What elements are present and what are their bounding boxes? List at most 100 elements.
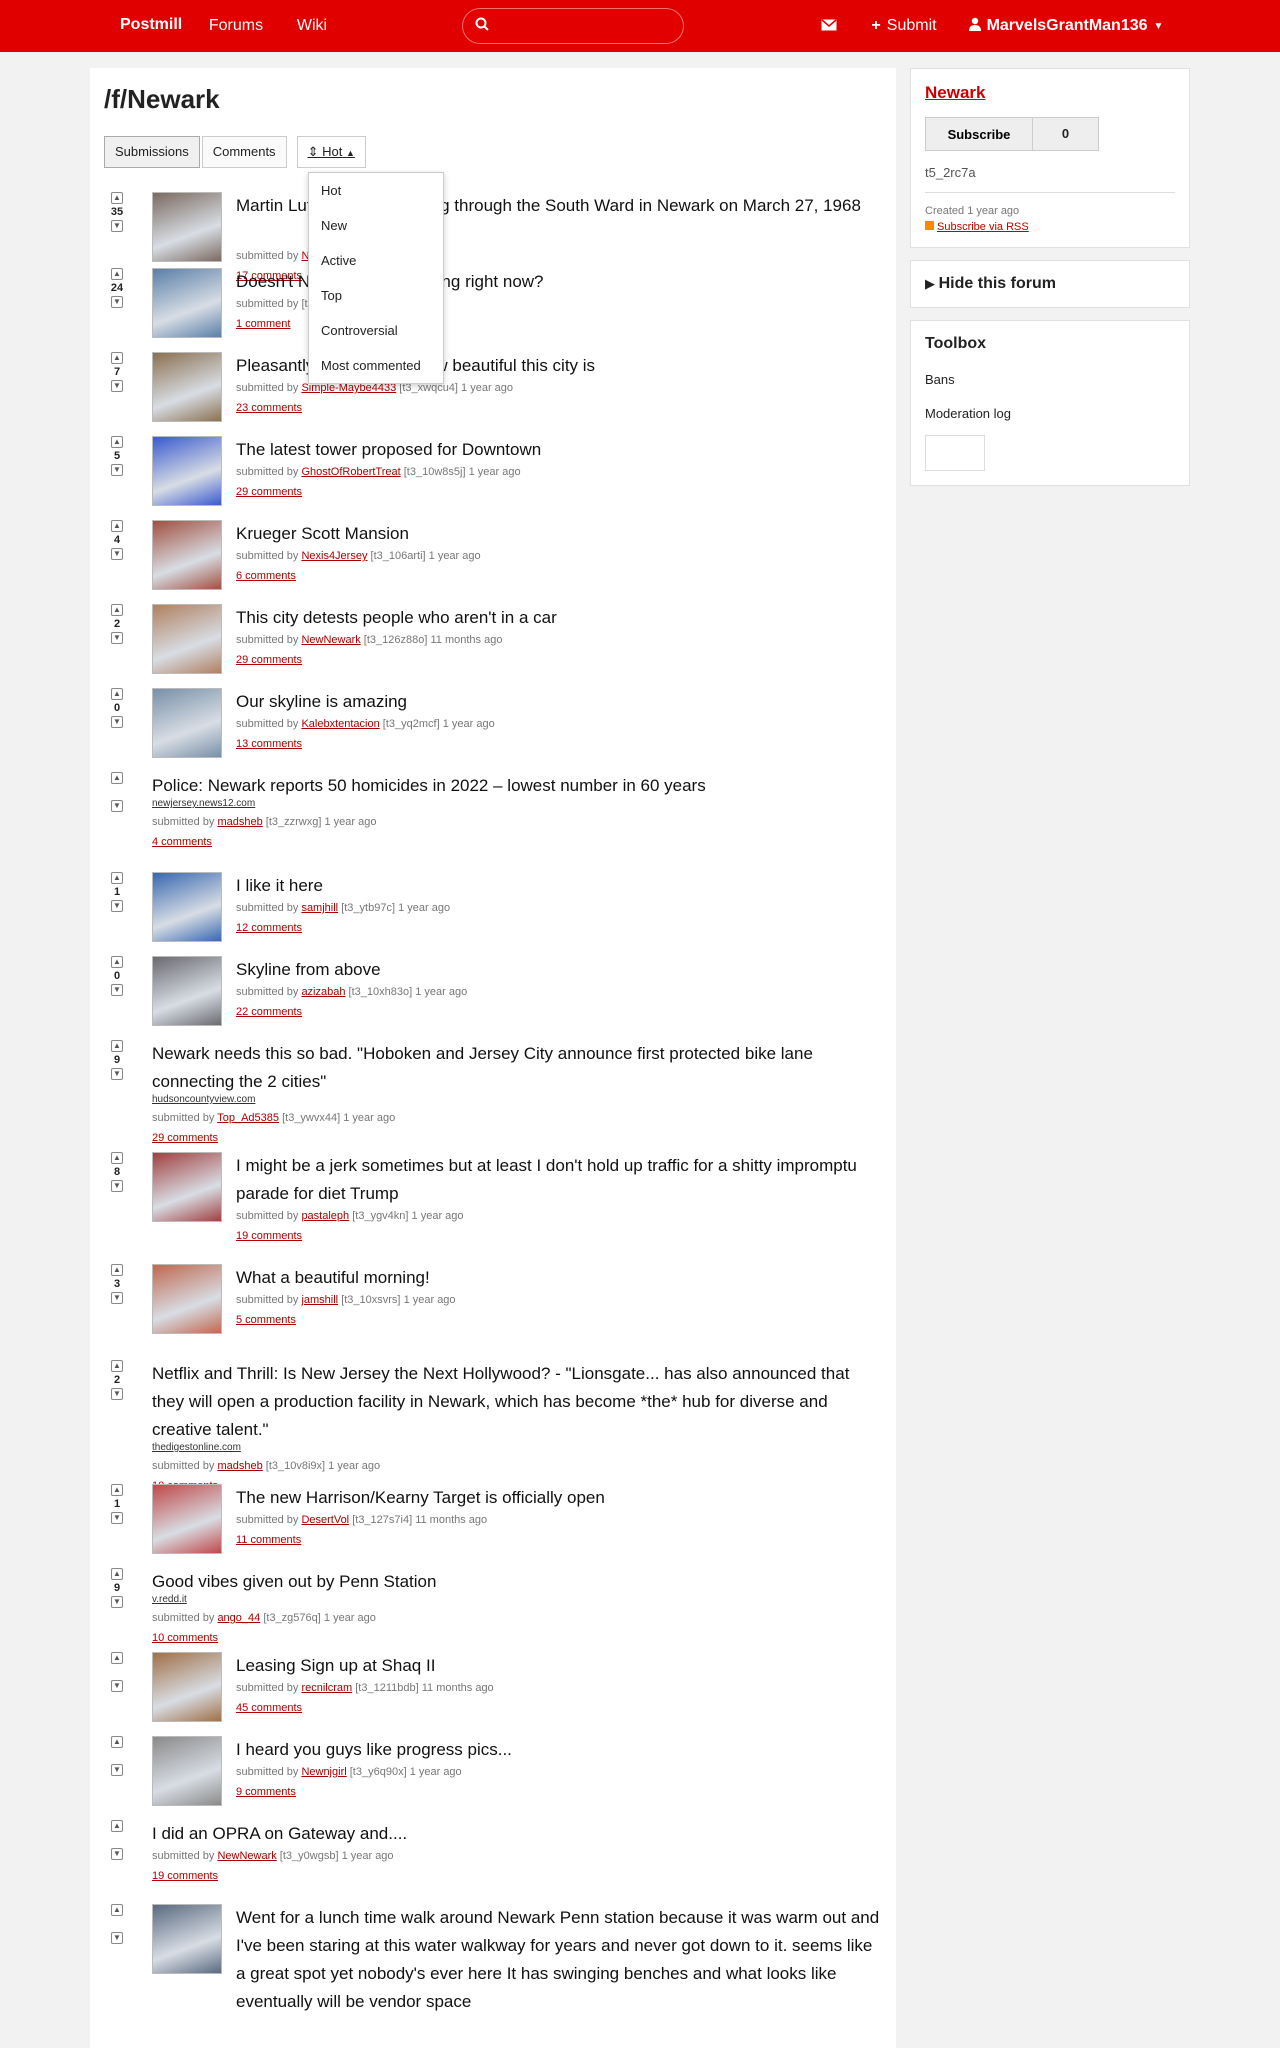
sort-option-new[interactable]: New [309,208,443,243]
upvote-icon[interactable]: ▲ [111,1820,123,1832]
user-menu-button[interactable]: MarvelsGrantMan136 ▼ [956,0,1176,52]
post-thumbnail[interactable] [152,436,222,506]
post-title-link[interactable]: I might be a jerk sometimes but at least… [236,1152,882,1208]
downvote-icon[interactable]: ▼ [111,1512,123,1524]
post-author-link[interactable]: madsheb [217,816,262,828]
upvote-icon[interactable]: ▲ [111,956,123,968]
post-domain-link[interactable]: v.redd.it [152,1594,187,1605]
post-thumbnail[interactable] [152,1904,222,1974]
tab-comments[interactable]: Comments [201,136,287,168]
sort-option-active[interactable]: Active [309,243,443,278]
tab-submissions[interactable]: Submissions [104,136,200,168]
post-author-link[interactable]: DesertVol [301,1514,349,1526]
post-author-link[interactable]: GhostOfRobertTreat [301,466,400,478]
post-title-link[interactable]: Krueger Scott Mansion [236,520,882,548]
subscribe-button[interactable]: Subscribe [925,117,1033,151]
post-domain-link[interactable]: thedigestonline.com [152,1442,241,1453]
post-author-link[interactable]: pastaleph [301,1210,349,1222]
upvote-icon[interactable]: ▲ [111,520,123,532]
upvote-icon[interactable]: ▲ [111,1360,123,1372]
post-title-link[interactable]: What a beautiful morning! [236,1264,882,1292]
post-title-link[interactable]: I heard you guys like progress pics... [236,1736,882,1764]
post-comments-link[interactable]: 9 comments [236,1786,296,1798]
post-thumbnail[interactable] [152,1736,222,1806]
post-title-link[interactable]: Good vibes given out by Penn Station [152,1568,882,1596]
downvote-icon[interactable]: ▼ [111,1764,123,1776]
upvote-icon[interactable]: ▲ [111,1736,123,1748]
downvote-icon[interactable]: ▼ [111,464,123,476]
post-comments-link[interactable]: 29 comments [236,486,302,498]
post-author-link[interactable]: Kalebxtentacion [301,718,379,730]
post-thumbnail[interactable] [152,1484,222,1554]
upvote-icon[interactable]: ▲ [111,604,123,616]
post-title-link[interactable]: The latest tower proposed for Downtown [236,436,882,464]
post-comments-link[interactable]: 6 comments [236,570,296,582]
downvote-icon[interactable]: ▼ [111,1180,123,1192]
post-thumbnail[interactable] [152,1652,222,1722]
sort-option-most-commented[interactable]: Most commented [309,348,443,383]
post-author-link[interactable]: madsheb [217,1460,262,1472]
downvote-icon[interactable]: ▼ [111,1292,123,1304]
post-comments-link[interactable]: 12 comments [236,922,302,934]
upvote-icon[interactable]: ▲ [111,192,123,204]
upvote-icon[interactable]: ▲ [111,352,123,364]
post-title-link[interactable]: The new Harrison/Kearny Target is offici… [236,1484,882,1512]
post-author-link[interactable]: Newnjgirl [301,1766,346,1778]
post-thumbnail[interactable] [152,604,222,674]
downvote-icon[interactable]: ▼ [111,632,123,644]
upvote-icon[interactable]: ▲ [111,1040,123,1052]
post-title-link[interactable]: Our skyline is amazing [236,688,882,716]
search-box[interactable] [462,8,684,44]
messages-button[interactable] [806,0,852,52]
downvote-icon[interactable]: ▼ [111,220,123,232]
post-title-link[interactable]: I did an OPRA on Gateway and.... [152,1820,882,1848]
post-thumbnail[interactable] [152,1264,222,1334]
post-comments-link[interactable]: 22 comments [236,1006,302,1018]
post-title-link[interactable]: Leasing Sign up at Shaq II [236,1652,882,1680]
post-comments-link[interactable]: 4 comments [152,836,212,848]
downvote-icon[interactable]: ▼ [111,1848,123,1860]
post-title-link[interactable]: Went for a lunch time walk around Newark… [236,1904,882,2016]
toolbox-moderation-log-link[interactable]: Moderation log [925,397,1175,431]
downvote-icon[interactable]: ▼ [111,1068,123,1080]
post-author-link[interactable]: azizabah [301,986,345,998]
sort-option-hot[interactable]: Hot [309,173,443,208]
post-thumbnail[interactable] [152,956,222,1026]
upvote-icon[interactable]: ▲ [111,772,123,784]
nav-wiki-link[interactable]: Wiki [282,0,342,52]
downvote-icon[interactable]: ▼ [111,296,123,308]
post-author-link[interactable]: NewNewark [217,1850,276,1862]
downvote-icon[interactable]: ▼ [111,1596,123,1608]
rss-link[interactable]: Subscribe via RSS [925,221,1029,233]
hide-forum-card[interactable]: ▶ Hide this forum [910,260,1190,308]
post-author-link[interactable]: NewNewark [301,634,360,646]
post-comments-link[interactable]: 29 comments [236,654,302,666]
post-author-link[interactable]: Nexis4Jersey [301,550,367,562]
post-title-link[interactable]: Newark needs this so bad. "Hoboken and J… [152,1040,882,1096]
upvote-icon[interactable]: ▲ [111,1652,123,1664]
upvote-icon[interactable]: ▲ [111,268,123,280]
upvote-icon[interactable]: ▲ [111,1568,123,1580]
post-title-link[interactable]: Skyline from above [236,956,882,984]
upvote-icon[interactable]: ▲ [111,1904,123,1916]
nav-forums-link[interactable]: Forums [196,0,276,52]
downvote-icon[interactable]: ▼ [111,548,123,560]
post-thumbnail[interactable] [152,1152,222,1222]
post-comments-link[interactable]: 11 comments [236,1534,301,1546]
downvote-icon[interactable]: ▼ [111,1388,123,1400]
upvote-icon[interactable]: ▲ [111,1484,123,1496]
submit-button[interactable]: + Submit [854,0,954,52]
post-thumbnail[interactable] [152,872,222,942]
post-comments-link[interactable]: 10 comments [152,1632,218,1644]
post-title-link[interactable]: Police: Newark reports 50 homicides in 2… [152,772,882,800]
post-comments-link[interactable]: 5 comments [236,1314,296,1326]
post-thumbnail[interactable] [152,688,222,758]
toolbox-extra-button[interactable] [925,435,985,471]
upvote-icon[interactable]: ▲ [111,872,123,884]
post-thumbnail[interactable] [152,352,222,422]
post-comments-link[interactable]: 1 comment [236,318,290,330]
post-author-link[interactable]: recnilcram [301,1682,352,1694]
post-comments-link[interactable]: 23 comments [236,402,302,414]
downvote-icon[interactable]: ▼ [111,800,123,812]
toolbox-bans-link[interactable]: Bans [925,363,1175,397]
